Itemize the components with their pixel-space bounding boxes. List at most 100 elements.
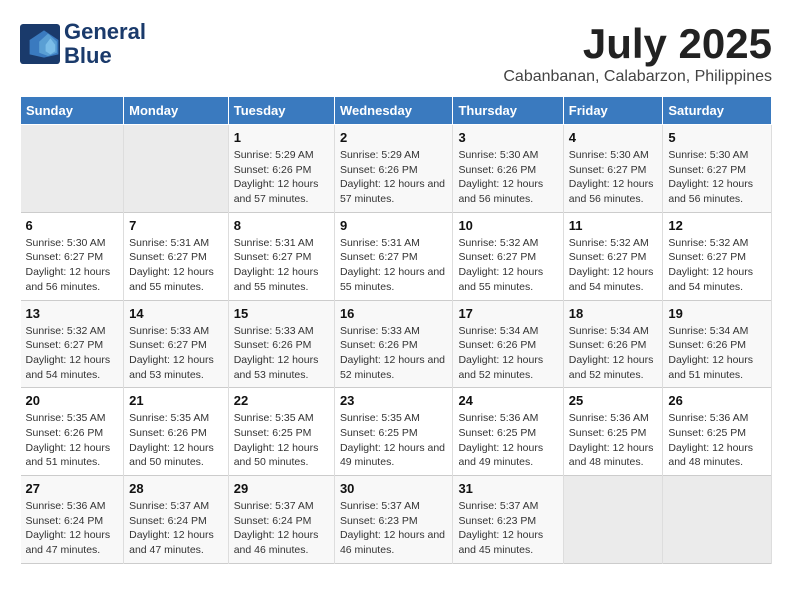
day-number: 18 — [569, 306, 658, 321]
calendar-cell: 12 Sunrise: 5:32 AM Sunset: 6:27 PM Dayli… — [663, 212, 772, 300]
day-info: Sunrise: 5:36 AM Sunset: 6:25 PM Dayligh… — [668, 411, 766, 470]
weekday-header-tuesday: Tuesday — [228, 97, 334, 125]
day-number: 17 — [458, 306, 557, 321]
weekday-header-wednesday: Wednesday — [334, 97, 453, 125]
calendar-cell: 27Sunrise: 5:36 AM Sunset: 6:24 PM Dayli… — [21, 476, 124, 564]
day-number: 7 — [129, 218, 223, 233]
calendar-cell: 21 Sunrise: 5:35 AM Sunset: 6:26 PM Dayli… — [124, 388, 229, 476]
day-number: 9 — [340, 218, 448, 233]
calendar-cell: 11 Sunrise: 5:32 AM Sunset: 6:27 PM Dayli… — [563, 212, 663, 300]
day-number: 31 — [458, 481, 557, 496]
calendar-cell: 15 Sunrise: 5:33 AM Sunset: 6:26 PM Dayli… — [228, 300, 334, 388]
day-number: 2 — [340, 130, 448, 145]
calendar-cell: 4 Sunrise: 5:30 AM Sunset: 6:27 PM Daylig… — [563, 125, 663, 213]
calendar-cell: 26 Sunrise: 5:36 AM Sunset: 6:25 PM Dayli… — [663, 388, 772, 476]
week-row-2: 6 Sunrise: 5:30 AM Sunset: 6:27 PM Daylig… — [21, 212, 772, 300]
calendar-cell: 18Sunrise: 5:34 AM Sunset: 6:26 PM Dayli… — [563, 300, 663, 388]
day-info: Sunrise: 5:35 AM Sunset: 6:26 PM Dayligh… — [26, 411, 119, 470]
calendar-cell: 25 Sunrise: 5:36 AM Sunset: 6:25 PM Dayli… — [563, 388, 663, 476]
day-number: 16 — [340, 306, 448, 321]
weekday-header-friday: Friday — [563, 97, 663, 125]
day-number: 11 — [569, 218, 658, 233]
page-header: GeneralBlue July 2025 Cabanbanan, Calaba… — [20, 20, 772, 86]
calendar-cell — [124, 125, 229, 213]
day-number: 12 — [668, 218, 766, 233]
day-info: Sunrise: 5:32 AM Sunset: 6:27 PM Dayligh… — [569, 236, 658, 295]
week-row-4: 20 Sunrise: 5:35 AM Sunset: 6:26 PM Dayli… — [21, 388, 772, 476]
day-info: Sunrise: 5:32 AM Sunset: 6:27 PM Dayligh… — [668, 236, 766, 295]
calendar-cell: 7 Sunrise: 5:31 AM Sunset: 6:27 PM Daylig… — [124, 212, 229, 300]
calendar-cell: 31 Sunrise: 5:37 AM Sunset: 6:23 PM Dayli… — [453, 476, 563, 564]
weekday-header-saturday: Saturday — [663, 97, 772, 125]
day-info: Sunrise: 5:37 AM Sunset: 6:23 PM Dayligh… — [458, 499, 557, 558]
month-title: July 2025 — [503, 20, 772, 68]
day-info: Sunrise: 5:32 AM Sunset: 6:27 PM Dayligh… — [458, 236, 557, 295]
weekday-header-row: SundayMondayTuesdayWednesdayThursdayFrid… — [21, 97, 772, 125]
calendar-cell: 29Sunrise: 5:37 AM Sunset: 6:24 PM Dayli… — [228, 476, 334, 564]
day-number: 15 — [234, 306, 329, 321]
day-number: 21 — [129, 393, 223, 408]
day-number: 8 — [234, 218, 329, 233]
calendar-cell: 6 Sunrise: 5:30 AM Sunset: 6:27 PM Daylig… — [21, 212, 124, 300]
calendar-cell: 17 Sunrise: 5:34 AM Sunset: 6:26 PM Dayli… — [453, 300, 563, 388]
logo-icon — [20, 24, 60, 64]
calendar-cell: 30Sunrise: 5:37 AM Sunset: 6:23 PM Dayli… — [334, 476, 453, 564]
calendar-cell — [663, 476, 772, 564]
day-info: Sunrise: 5:30 AM Sunset: 6:26 PM Dayligh… — [458, 148, 557, 207]
calendar-cell: 16 Sunrise: 5:33 AM Sunset: 6:26 PM Dayli… — [334, 300, 453, 388]
calendar-cell: 14Sunrise: 5:33 AM Sunset: 6:27 PM Dayli… — [124, 300, 229, 388]
day-number: 25 — [569, 393, 658, 408]
day-number: 5 — [668, 130, 766, 145]
calendar-cell: 28Sunrise: 5:37 AM Sunset: 6:24 PM Dayli… — [124, 476, 229, 564]
day-info: Sunrise: 5:37 AM Sunset: 6:24 PM Dayligh… — [129, 499, 223, 558]
day-info: Sunrise: 5:31 AM Sunset: 6:27 PM Dayligh… — [234, 236, 329, 295]
title-block: July 2025 Cabanbanan, Calabarzon, Philip… — [503, 20, 772, 86]
day-info: Sunrise: 5:31 AM Sunset: 6:27 PM Dayligh… — [129, 236, 223, 295]
day-info: Sunrise: 5:32 AM Sunset: 6:27 PM Dayligh… — [26, 324, 119, 383]
weekday-header-monday: Monday — [124, 97, 229, 125]
weekday-header-sunday: Sunday — [21, 97, 124, 125]
calendar-table: SundayMondayTuesdayWednesdayThursdayFrid… — [20, 96, 772, 564]
day-info: Sunrise: 5:33 AM Sunset: 6:26 PM Dayligh… — [340, 324, 448, 383]
day-info: Sunrise: 5:35 AM Sunset: 6:25 PM Dayligh… — [340, 411, 448, 470]
calendar-cell — [21, 125, 124, 213]
calendar-cell: 5Sunrise: 5:30 AM Sunset: 6:27 PM Daylig… — [663, 125, 772, 213]
day-info: Sunrise: 5:35 AM Sunset: 6:26 PM Dayligh… — [129, 411, 223, 470]
day-info: Sunrise: 5:31 AM Sunset: 6:27 PM Dayligh… — [340, 236, 448, 295]
day-number: 23 — [340, 393, 448, 408]
day-info: Sunrise: 5:34 AM Sunset: 6:26 PM Dayligh… — [668, 324, 766, 383]
day-info: Sunrise: 5:37 AM Sunset: 6:24 PM Dayligh… — [234, 499, 329, 558]
calendar-cell: 23 Sunrise: 5:35 AM Sunset: 6:25 PM Dayli… — [334, 388, 453, 476]
day-info: Sunrise: 5:35 AM Sunset: 6:25 PM Dayligh… — [234, 411, 329, 470]
day-number: 3 — [458, 130, 557, 145]
day-info: Sunrise: 5:30 AM Sunset: 6:27 PM Dayligh… — [26, 236, 119, 295]
calendar-cell: 10 Sunrise: 5:32 AM Sunset: 6:27 PM Dayli… — [453, 212, 563, 300]
calendar-cell: 8 Sunrise: 5:31 AM Sunset: 6:27 PM Daylig… — [228, 212, 334, 300]
day-info: Sunrise: 5:33 AM Sunset: 6:27 PM Dayligh… — [129, 324, 223, 383]
day-number: 1 — [234, 130, 329, 145]
day-number: 10 — [458, 218, 557, 233]
day-number: 24 — [458, 393, 557, 408]
weekday-header-thursday: Thursday — [453, 97, 563, 125]
calendar-cell — [563, 476, 663, 564]
day-number: 4 — [569, 130, 658, 145]
logo: GeneralBlue — [20, 20, 146, 68]
day-info: Sunrise: 5:37 AM Sunset: 6:23 PM Dayligh… — [340, 499, 448, 558]
day-number: 6 — [26, 218, 119, 233]
day-info: Sunrise: 5:29 AM Sunset: 6:26 PM Dayligh… — [340, 148, 448, 207]
day-info: Sunrise: 5:30 AM Sunset: 6:27 PM Dayligh… — [569, 148, 658, 207]
day-info: Sunrise: 5:36 AM Sunset: 6:25 PM Dayligh… — [458, 411, 557, 470]
day-number: 20 — [26, 393, 119, 408]
calendar-cell: 22 Sunrise: 5:35 AM Sunset: 6:25 PM Dayli… — [228, 388, 334, 476]
day-number: 22 — [234, 393, 329, 408]
day-info: Sunrise: 5:34 AM Sunset: 6:26 PM Dayligh… — [458, 324, 557, 383]
calendar-cell: 9 Sunrise: 5:31 AM Sunset: 6:27 PM Daylig… — [334, 212, 453, 300]
day-info: Sunrise: 5:36 AM Sunset: 6:25 PM Dayligh… — [569, 411, 658, 470]
day-info: Sunrise: 5:33 AM Sunset: 6:26 PM Dayligh… — [234, 324, 329, 383]
logo-line1: General — [64, 19, 146, 44]
logo-text: GeneralBlue — [64, 20, 146, 68]
calendar-cell: 3 Sunrise: 5:30 AM Sunset: 6:26 PM Daylig… — [453, 125, 563, 213]
calendar-cell: 19Sunrise: 5:34 AM Sunset: 6:26 PM Dayli… — [663, 300, 772, 388]
calendar-cell: 13Sunrise: 5:32 AM Sunset: 6:27 PM Dayli… — [21, 300, 124, 388]
day-number: 26 — [668, 393, 766, 408]
